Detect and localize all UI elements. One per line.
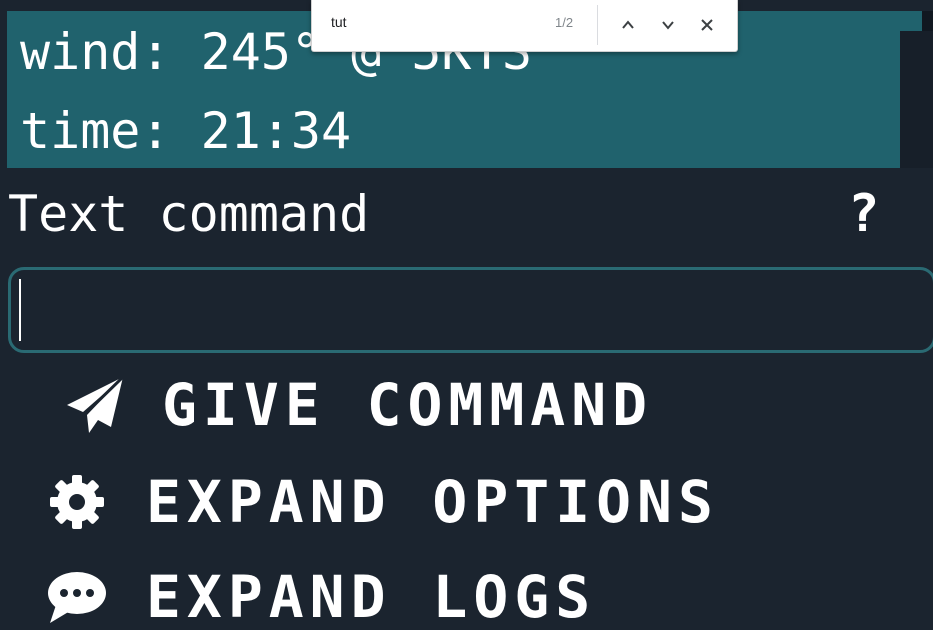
find-close-button[interactable] <box>695 13 719 37</box>
scrollbar-thumb[interactable] <box>922 11 933 31</box>
help-icon[interactable]: ? <box>848 186 879 242</box>
panel-scrollbar[interactable] <box>900 11 933 168</box>
expand-options-label: EXPAND OPTIONS <box>146 468 719 536</box>
paper-plane-icon <box>64 374 126 436</box>
text-cursor <box>19 279 21 341</box>
close-icon <box>701 19 713 31</box>
text-command-input[interactable] <box>8 267 933 353</box>
time-readout: time: 21:34 <box>20 102 352 160</box>
text-command-label: Text command <box>8 185 370 243</box>
find-bar: tut 1/2 <box>311 0 738 52</box>
find-divider <box>597 5 598 45</box>
scrollbar-track-top <box>900 11 922 31</box>
give-command-button[interactable]: GIVE COMMAND <box>64 370 653 440</box>
give-command-label: GIVE COMMAND <box>162 371 654 439</box>
chevron-up-icon <box>622 20 634 29</box>
gear-icon <box>46 471 108 533</box>
find-next-button[interactable] <box>656 13 680 37</box>
chat-bubble-icon <box>46 566 108 628</box>
find-previous-button[interactable] <box>616 13 640 37</box>
expand-logs-label: EXPAND LOGS <box>146 563 597 630</box>
find-query-input[interactable]: tut <box>331 14 347 30</box>
chevron-down-icon <box>662 21 674 30</box>
expand-options-button[interactable]: EXPAND OPTIONS <box>46 467 719 537</box>
expand-logs-button[interactable]: EXPAND LOGS <box>46 562 596 630</box>
find-match-count: 1/2 <box>555 15 574 30</box>
